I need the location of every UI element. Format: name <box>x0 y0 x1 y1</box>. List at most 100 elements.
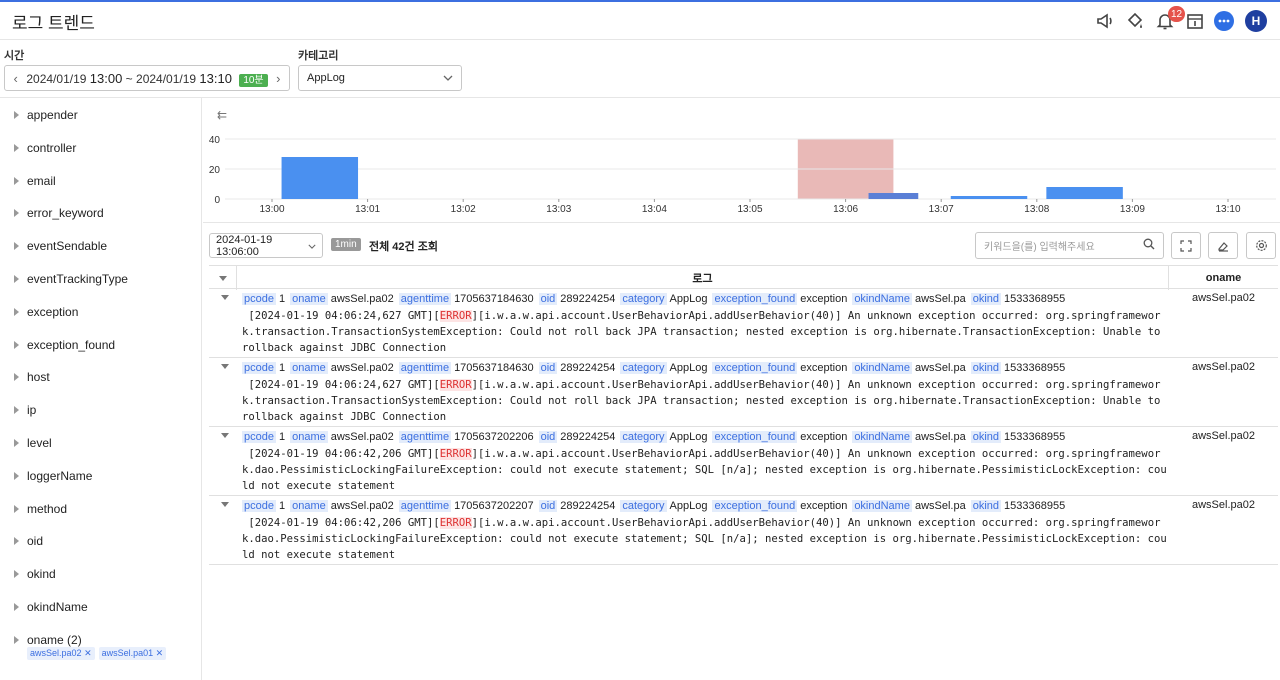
field-key-tag[interactable]: exception_found <box>712 293 798 305</box>
expand-row-icon[interactable] <box>221 433 229 438</box>
field-key-tag[interactable]: okind <box>970 431 1002 443</box>
bar <box>868 193 919 199</box>
field-key-tag[interactable]: pcode <box>242 362 276 374</box>
sidebar-field-item[interactable]: exception <box>14 305 78 319</box>
field-value: awsSel.pa02 <box>330 362 394 374</box>
field-key-tag[interactable]: okindName <box>852 362 912 374</box>
field-key-tag[interactable]: exception_found <box>712 362 798 374</box>
sidebar-field-item[interactable]: okind <box>14 567 56 581</box>
fullscreen-button[interactable] <box>1171 232 1201 259</box>
collapse-panel-icon[interactable]: ⇇ <box>217 108 227 122</box>
log-message-prefix: [2024-01-19 04:06:42,206 GMT][ <box>242 517 440 529</box>
field-value: awsSel.pa <box>914 362 966 374</box>
field-key-tag[interactable]: category <box>620 500 667 512</box>
field-value: 1 <box>278 431 286 443</box>
field-key-tag[interactable]: okind <box>970 362 1002 374</box>
paint-bucket-icon[interactable] <box>1124 10 1146 32</box>
sidebar-field-item[interactable]: method <box>14 502 67 516</box>
prev-arrow-icon[interactable]: ‹ <box>5 71 26 86</box>
category-select[interactable]: AppLog <box>298 65 462 91</box>
field-key-tag[interactable]: oname <box>290 500 328 512</box>
table-row[interactable]: pcode 1 oname awsSel.pa02 agenttime 170563720… <box>209 496 1278 565</box>
keyword-search-input[interactable]: 키워드을(를) 입력해주세요 <box>975 232 1164 259</box>
expand-row-icon[interactable] <box>221 295 229 300</box>
time-range-picker[interactable]: ‹ 2024/01/19 13:00 ~ 2024/01/19 13:10 10… <box>4 65 290 91</box>
date-select[interactable]: 2024-01-19 13:06:00 <box>209 233 323 258</box>
info-box-icon[interactable] <box>1184 10 1206 32</box>
field-key-tag[interactable]: oid <box>538 293 558 305</box>
oname-chip[interactable]: awsSel.pa01 ✕ <box>98 647 167 660</box>
field-key-tag[interactable]: oid <box>538 500 558 512</box>
sidebar-field-label: okindName <box>27 600 88 614</box>
field-value: 1705637202207 <box>454 500 534 512</box>
sidebar-field-item[interactable]: email <box>14 174 56 188</box>
table-row[interactable]: pcode 1 oname awsSel.pa02 agenttime 170563720… <box>209 427 1278 496</box>
field-key-tag[interactable]: category <box>620 293 667 305</box>
field-key-tag[interactable]: exception_found <box>712 431 798 443</box>
sidebar-field-item[interactable]: host <box>14 370 50 384</box>
field-key-tag[interactable]: okindName <box>852 500 912 512</box>
sidebar-field-item[interactable]: eventSendable <box>14 239 107 253</box>
field-key-tag[interactable]: okind <box>970 500 1002 512</box>
time-range-text[interactable]: 2024/01/19 13:00 ~ 2024/01/19 13:10 10분 <box>26 71 268 87</box>
field-key-tag[interactable]: pcode <box>242 500 276 512</box>
search-icon[interactable] <box>1143 238 1155 253</box>
time-label: 시간 <box>4 50 25 62</box>
field-key-tag[interactable]: oname <box>290 293 328 305</box>
field-key-tag[interactable]: pcode <box>242 293 276 305</box>
log-fields: pcode 1 oname awsSel.pa02 agenttime 170563718… <box>242 361 1070 376</box>
oname-cell: awsSel.pa02 <box>1192 361 1255 373</box>
clear-button[interactable] <box>1208 232 1238 259</box>
field-key-tag[interactable]: category <box>620 431 667 443</box>
sidebar-field-item[interactable]: error_keyword <box>14 206 104 220</box>
interval-badge: 1min <box>331 238 361 251</box>
user-avatar[interactable]: H <box>1245 10 1267 32</box>
megaphone-icon[interactable] <box>1094 10 1116 32</box>
field-value: 1 <box>278 362 286 374</box>
field-value: 1705637184630 <box>454 362 534 374</box>
sidebar-field-item[interactable]: appender <box>14 108 78 122</box>
field-value: 289224254 <box>560 293 616 305</box>
column-header-oname[interactable]: oname <box>1169 266 1278 290</box>
expand-row-icon[interactable] <box>221 364 229 369</box>
sidebar-field-item[interactable]: oname (2) <box>14 633 82 647</box>
sidebar-field-item[interactable]: level <box>14 436 52 450</box>
field-key-tag[interactable]: pcode <box>242 431 276 443</box>
field-key-tag[interactable]: oid <box>538 362 558 374</box>
expand-row-icon[interactable] <box>221 502 229 507</box>
field-key-tag[interactable]: category <box>620 362 667 374</box>
sidebar-field-label: exception <box>27 304 79 319</box>
field-key-tag[interactable]: oid <box>538 431 558 443</box>
next-arrow-icon[interactable]: › <box>268 71 289 86</box>
field-value: awsSel.pa02 <box>330 500 394 512</box>
field-key-tag[interactable]: oname <box>290 431 328 443</box>
expand-all-toggle[interactable] <box>209 266 237 290</box>
settings-button[interactable] <box>1246 232 1276 259</box>
field-key-tag[interactable]: exception_found <box>712 500 798 512</box>
field-key-tag[interactable]: agenttime <box>398 431 452 443</box>
field-key-tag[interactable]: agenttime <box>398 500 452 512</box>
sidebar-field-item[interactable]: ip <box>14 403 36 417</box>
sidebar-field-item[interactable]: eventTrackingType <box>14 272 128 286</box>
sidebar-field-item[interactable]: loggerName <box>14 469 92 483</box>
field-key-tag[interactable]: okind <box>970 293 1002 305</box>
sidebar-field-item[interactable]: controller <box>14 141 76 155</box>
field-key-tag[interactable]: okindName <box>852 293 912 305</box>
table-row[interactable]: pcode 1 oname awsSel.pa02 agenttime 170563718… <box>209 289 1278 358</box>
close-icon[interactable]: ✕ <box>84 648 92 658</box>
chat-icon[interactable] <box>1213 10 1235 32</box>
sidebar-field-item[interactable]: okindName <box>14 600 88 614</box>
field-key-tag[interactable]: oname <box>290 362 328 374</box>
close-icon[interactable]: ✕ <box>156 648 164 658</box>
field-value: awsSel.pa <box>914 500 966 512</box>
field-key-tag[interactable]: okindName <box>852 431 912 443</box>
column-header-log[interactable]: 로그 <box>237 266 1169 290</box>
field-key-tag[interactable]: agenttime <box>398 293 452 305</box>
log-message: [2024-01-19 04:06:24,627 GMT][ERROR][i.w… <box>242 377 1167 426</box>
field-key-tag[interactable]: agenttime <box>398 362 452 374</box>
sidebar-field-item[interactable]: oid <box>14 534 43 548</box>
x-tick-label: 13:10 <box>1215 204 1240 215</box>
sidebar-field-item[interactable]: exception_found <box>14 338 115 352</box>
table-row[interactable]: pcode 1 oname awsSel.pa02 agenttime 170563718… <box>209 358 1278 427</box>
oname-chip[interactable]: awsSel.pa02 ✕ <box>27 647 95 660</box>
